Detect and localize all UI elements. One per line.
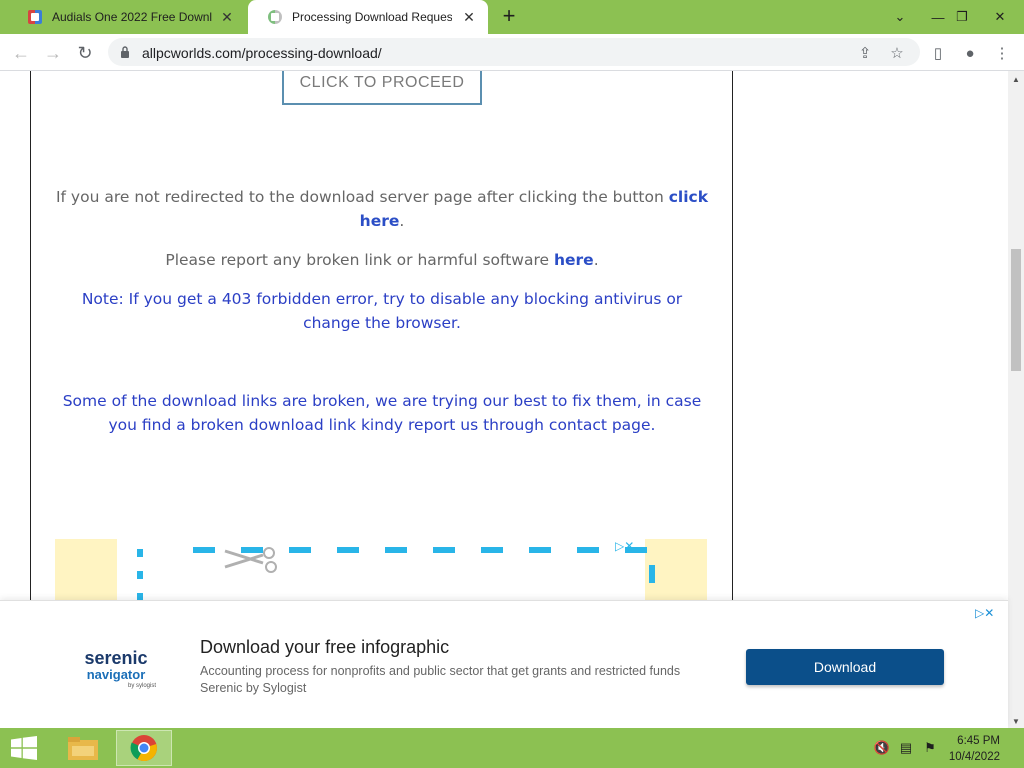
logo-line1: serenic xyxy=(84,648,148,668)
tab-title: Processing Download Request - allpcworld… xyxy=(292,10,452,24)
logo-line2: navigator xyxy=(86,667,146,682)
coupon-dashed-border xyxy=(649,565,655,601)
serenic-logo[interactable]: serenic navigator by sylogist xyxy=(76,649,156,689)
address-bar[interactable]: allpcworlds.com/processing-download/ ⇪ ☆ xyxy=(108,38,920,66)
report-paragraph: Please report any broken link or harmful… xyxy=(51,248,713,272)
coupon-dashed-border xyxy=(137,549,143,601)
network-icon[interactable]: ▤ xyxy=(898,740,914,756)
loading-favicon-icon xyxy=(268,10,282,24)
redirect-end: . xyxy=(399,212,405,230)
share-icon[interactable]: ⇪ xyxy=(856,44,874,62)
broken-links-paragraph: Some of the download links are broken, w… xyxy=(62,392,702,434)
side-panel-icon[interactable]: ▯ xyxy=(928,43,948,63)
system-clock[interactable]: 6:45 PM 10/4/2022 xyxy=(940,733,1000,765)
url-text: allpcworlds.com/processing-download/ xyxy=(142,45,382,61)
windows-taskbar: 🔇 ▤ ⚑ 6:45 PM 10/4/2022 xyxy=(0,728,1024,768)
bottom-ad-banner: serenic navigator by sylogist Download y… xyxy=(0,600,1008,728)
ad-description: Accounting process for nonprofits and pu… xyxy=(200,664,681,695)
close-tab-icon[interactable]: ✕ xyxy=(220,10,234,24)
close-tab-icon[interactable]: ✕ xyxy=(462,10,476,24)
scroll-down-icon[interactable]: ▼ xyxy=(1012,717,1020,726)
adchoices-icon[interactable]: ▷✕ xyxy=(615,539,634,553)
ad-headline[interactable]: Download your free infographic xyxy=(200,637,449,658)
ad-download-button[interactable]: Download xyxy=(746,649,944,685)
main-content-column: CLICK TO PROCEED If you are not redirect… xyxy=(30,71,733,601)
restore-icon[interactable]: ❐ xyxy=(942,0,982,34)
action-center-flag-icon[interactable]: ⚑ xyxy=(922,740,938,756)
star-icon[interactable]: ☆ xyxy=(888,44,906,62)
tab-processing-download[interactable]: Processing Download Request - allpcworld… xyxy=(248,0,488,34)
reload-icon[interactable]: ↻ xyxy=(72,40,98,66)
clock-time: 6:45 PM xyxy=(957,735,1000,747)
chrome-icon[interactable] xyxy=(116,730,172,766)
ad-yellow-block xyxy=(55,539,117,601)
site-favicon-icon xyxy=(28,10,42,24)
back-arrow-icon[interactable]: ← xyxy=(8,40,34,66)
close-window-icon[interactable]: ✕ xyxy=(980,0,1020,34)
report-end: . xyxy=(593,251,599,269)
tab-audials[interactable]: Audials One 2022 Free Download ✕ xyxy=(8,0,246,34)
adchoices-icon[interactable]: ▷✕ xyxy=(975,606,994,620)
browser-toolbar: ← → ↻ allpcworlds.com/processing-downloa… xyxy=(0,34,1024,71)
tab-strip: Audials One 2022 Free Download ✕ Process… xyxy=(0,0,1024,34)
redirect-paragraph: If you are not redirected to the downloa… xyxy=(51,185,713,233)
tab-title: Audials One 2022 Free Download xyxy=(52,10,212,24)
forward-arrow-icon[interactable]: → xyxy=(40,40,66,66)
clock-date: 10/4/2022 xyxy=(948,751,1000,763)
lock-icon xyxy=(121,46,129,58)
click-to-proceed-button[interactable]: CLICK TO PROCEED xyxy=(282,71,482,105)
profile-avatar-icon[interactable]: ● xyxy=(960,43,980,63)
kebab-menu-icon[interactable]: ⋮ xyxy=(992,43,1012,63)
windows-start-icon[interactable] xyxy=(0,728,48,768)
page-scrollbar[interactable]: ▲ ▼ xyxy=(1008,71,1024,728)
redirect-text: If you are not redirected to the downloa… xyxy=(55,188,669,206)
file-explorer-icon[interactable] xyxy=(58,730,108,766)
note-paragraph: Note: If you get a 403 forbidden error, … xyxy=(81,290,683,332)
volume-muted-icon[interactable]: 🔇 xyxy=(874,740,890,756)
tab-search-chevron-icon[interactable]: ⌄ xyxy=(880,0,920,34)
scrollbar-thumb[interactable] xyxy=(1011,249,1021,371)
plus-icon[interactable]: + xyxy=(498,5,520,28)
report-here-link[interactable]: here xyxy=(554,251,594,269)
scissors-icon xyxy=(224,547,277,573)
inline-ad[interactable]: ▷✕ xyxy=(55,537,709,601)
scroll-up-icon[interactable]: ▲ xyxy=(1012,75,1020,84)
report-text: Please report any broken link or harmful… xyxy=(165,251,554,269)
logo-line3: by sylogist xyxy=(127,683,156,689)
